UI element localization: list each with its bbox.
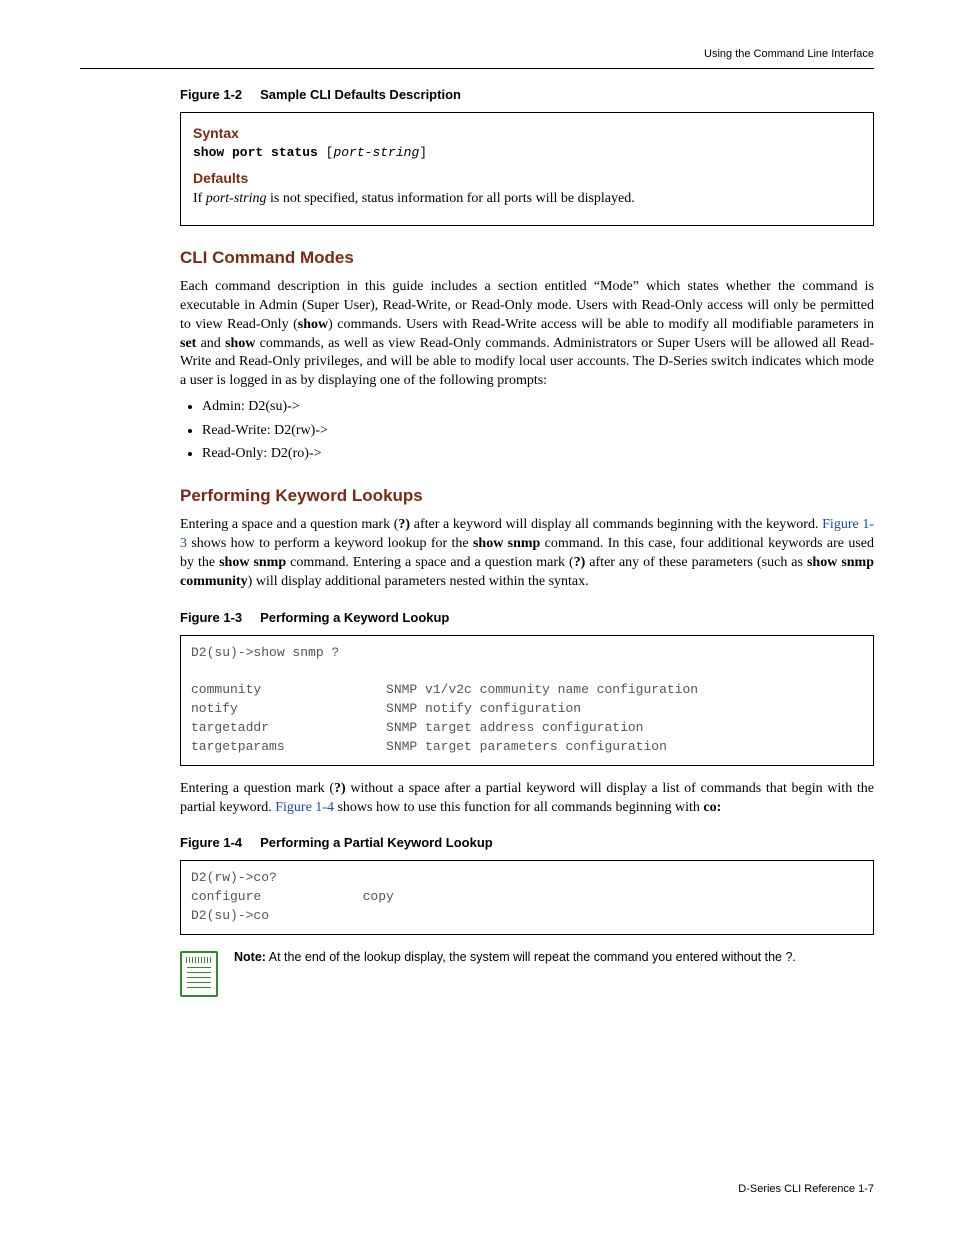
list-item: Read-Write: D2(rw)-> (202, 421, 874, 441)
text: after any of these parameters (such as (585, 555, 807, 570)
text-bold: ?) (574, 555, 586, 570)
figure-num: Figure 1-3 (180, 610, 242, 625)
bracket-close: ] (419, 145, 427, 160)
note-text: Note: At the end of the lookup display, … (234, 949, 796, 966)
syntax-heading: Syntax (193, 125, 861, 141)
figure-1-3-caption: Figure 1-3 Performing a Keyword Lookup (180, 610, 874, 625)
terminal-output-2: D2(rw)->co? configure copy D2(su)->co (180, 860, 874, 935)
text-bold: show (298, 317, 328, 332)
text: is not specified, status information for… (267, 191, 635, 206)
text: and (196, 336, 225, 351)
text-bold: ?) (334, 781, 346, 796)
syntax-line: show port status [port-string] (193, 145, 861, 160)
text: command. Entering a space and a question… (286, 555, 574, 570)
page-footer: D-Series CLI Reference 1-7 (738, 1183, 874, 1195)
note-icon (180, 951, 218, 997)
note-body: At the end of the lookup display, the sy… (266, 950, 796, 964)
cli-command-modes-heading: CLI Command Modes (180, 248, 874, 268)
text-bold: co: (703, 800, 721, 815)
partial-paragraph: Entering a question mark (?) without a s… (180, 780, 874, 818)
figure-1-4-link[interactable]: Figure 1-4 (275, 800, 334, 815)
figure-num: Figure 1-2 (180, 87, 242, 102)
text: ) will display additional parameters nes… (248, 574, 589, 589)
text: shows how to perform a keyword lookup fo… (187, 536, 473, 551)
text-bold: show snmp (473, 536, 540, 551)
defaults-heading: Defaults (193, 170, 861, 186)
modes-paragraph: Each command description in this guide i… (180, 278, 874, 391)
list-item: Admin: D2(su)-> (202, 397, 874, 417)
note-label: Note: (234, 950, 266, 964)
text-bold: set (180, 336, 196, 351)
syntax-defaults-box: Syntax show port status [port-string] De… (180, 112, 874, 226)
figure-1-2-caption: Figure 1-2 Sample CLI Defaults Descriptio… (180, 87, 874, 102)
text: commands, as well as view Read-Only comm… (180, 336, 874, 389)
page: Using the Command Line Interface Figure … (0, 0, 954, 1235)
text-bold: show snmp (219, 555, 286, 570)
text-italic: port-string (206, 191, 267, 206)
running-head: Using the Command Line Interface (80, 48, 874, 60)
figure-1-4-caption: Figure 1-4 Performing a Partial Keyword L… (180, 835, 874, 850)
text: shows how to use this function for all c… (334, 800, 703, 815)
text-bold: show (225, 336, 255, 351)
defaults-text: If port-string is not specified, status … (193, 190, 861, 209)
figure-title: Sample CLI Defaults Description (260, 87, 461, 102)
figure-title: Performing a Keyword Lookup (260, 610, 449, 625)
text: Entering a question mark ( (180, 781, 334, 796)
syntax-command: show port status (193, 145, 318, 160)
text: ) commands. Users with Read-Write access… (328, 317, 874, 332)
lookup-paragraph: Entering a space and a question mark (?)… (180, 516, 874, 592)
list-item: Read-Only: D2(ro)-> (202, 444, 874, 464)
header-rule (80, 68, 874, 69)
syntax-arg: port-string (333, 145, 419, 160)
keyword-lookups-heading: Performing Keyword Lookups (180, 486, 874, 506)
text-bold: ?) (398, 517, 410, 532)
mode-prompts-list: Admin: D2(su)-> Read-Write: D2(rw)-> Rea… (202, 397, 874, 464)
text: Entering a space and a question mark ( (180, 517, 398, 532)
text: after a keyword will display all command… (410, 517, 822, 532)
bracket-open: [ (318, 145, 334, 160)
note-block: Note: At the end of the lookup display, … (180, 949, 874, 997)
figure-num: Figure 1-4 (180, 835, 242, 850)
terminal-output-1: D2(su)->show snmp ? community SNMP v1/v2… (180, 635, 874, 766)
figure-title: Performing a Partial Keyword Lookup (260, 835, 493, 850)
text: If (193, 191, 206, 206)
